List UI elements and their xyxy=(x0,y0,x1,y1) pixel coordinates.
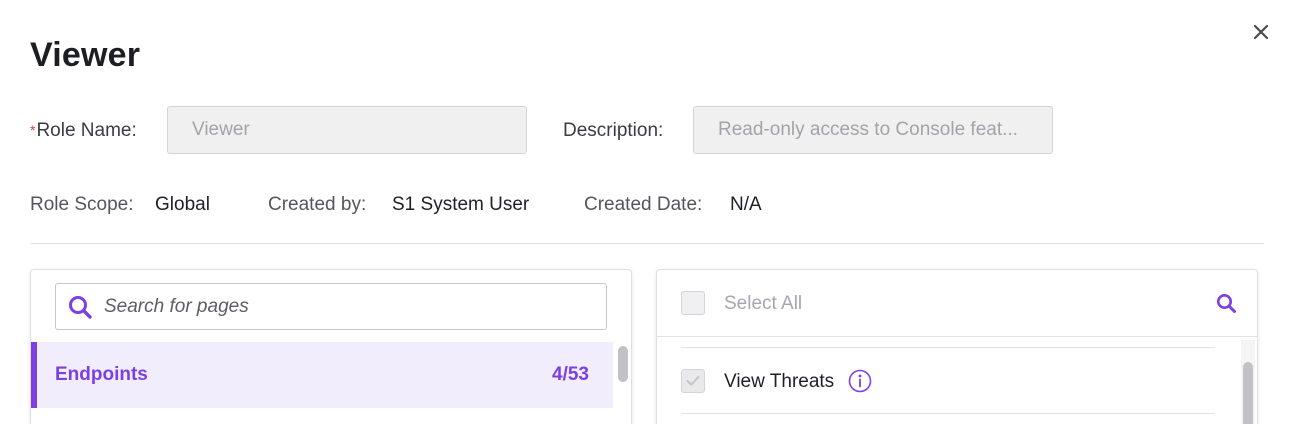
nav-item-count: 4/53 xyxy=(552,364,589,385)
created-by-value-wrap: S1 System User xyxy=(392,194,529,216)
close-button[interactable] xyxy=(1249,20,1273,44)
search-icon xyxy=(69,295,92,319)
section-divider xyxy=(30,243,1264,244)
modal-title: Viewer xyxy=(30,36,141,74)
created-by-value: S1 System User xyxy=(392,194,530,215)
role-name-label: *Role Name: xyxy=(30,120,137,142)
created-date-value: N/A xyxy=(730,194,762,215)
select-all-checkbox[interactable] xyxy=(681,291,705,315)
role-details-modal: Viewer *Role Name: Viewer Description: R… xyxy=(0,0,1289,424)
select-all-label: Select All xyxy=(724,293,803,314)
pages-scrollbar-thumb[interactable] xyxy=(618,346,628,382)
role-name-field[interactable]: Viewer xyxy=(167,106,527,154)
search-icon[interactable] xyxy=(1216,293,1236,313)
created-date: Created Date: xyxy=(584,194,702,216)
permission-label: View Threats xyxy=(724,371,835,392)
created-date-value-wrap: N/A xyxy=(730,194,762,216)
close-icon xyxy=(1253,24,1269,40)
description-field[interactable]: Read-only access to Console feat... xyxy=(693,106,1053,154)
created-date-label: Created Date: xyxy=(584,194,703,215)
created-by: Created by: xyxy=(268,194,366,216)
info-icon[interactable] xyxy=(848,369,872,393)
row-divider xyxy=(681,347,1215,348)
created-by-label: Created by: xyxy=(268,194,367,215)
permissions-header: Select All xyxy=(657,270,1257,337)
page-search-input[interactable] xyxy=(104,295,584,318)
role-name-label-text: Role Name: xyxy=(36,120,137,141)
pages-panel: Endpoints 4/53 xyxy=(30,269,632,424)
description-label: Description: xyxy=(563,120,664,141)
required-marker: * xyxy=(30,122,36,138)
row-divider xyxy=(681,413,1215,414)
role-scope-value: Global xyxy=(155,194,210,215)
role-scope-label: Role Scope: xyxy=(30,194,134,215)
role-scope-value-wrap: Global xyxy=(155,194,210,216)
nav-item-endpoints[interactable]: Endpoints 4/53 xyxy=(31,342,613,408)
role-scope: Role Scope: xyxy=(30,194,134,216)
nav-item-label: Endpoints xyxy=(55,364,148,385)
page-search-box[interactable] xyxy=(55,283,607,330)
permission-checkbox[interactable] xyxy=(681,369,705,393)
permissions-scrollbar-thumb[interactable] xyxy=(1243,362,1253,424)
permissions-panel: Select All View Threats xyxy=(656,269,1258,424)
checkmark-icon xyxy=(686,376,700,386)
